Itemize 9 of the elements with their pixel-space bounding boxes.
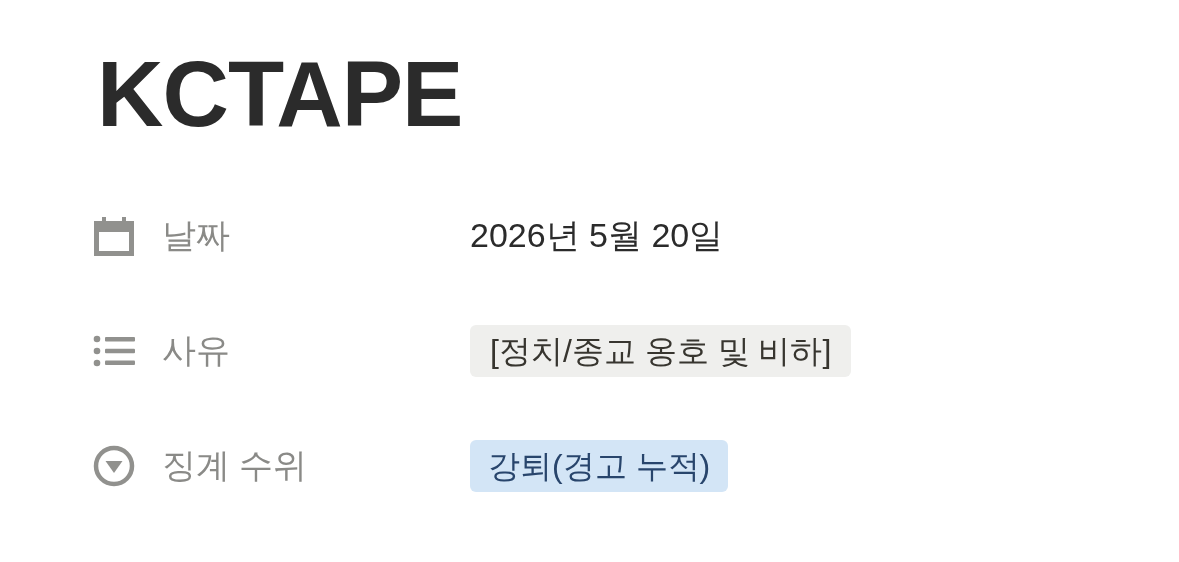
page-title: KCTAPE <box>97 42 464 147</box>
dropdown-icon <box>92 444 136 488</box>
calendar-icon <box>92 214 136 258</box>
tag[interactable]: [정치/종교 옹호 및 비하] <box>470 324 852 377</box>
property-label: 날짜 <box>162 215 230 256</box>
property-label: 사유 <box>162 330 230 371</box>
tag[interactable]: 강퇴(경고 누적) <box>470 439 729 492</box>
property-label: 징계 수위 <box>162 445 308 486</box>
date-value: 2026년 5월 20일 <box>470 216 724 254</box>
